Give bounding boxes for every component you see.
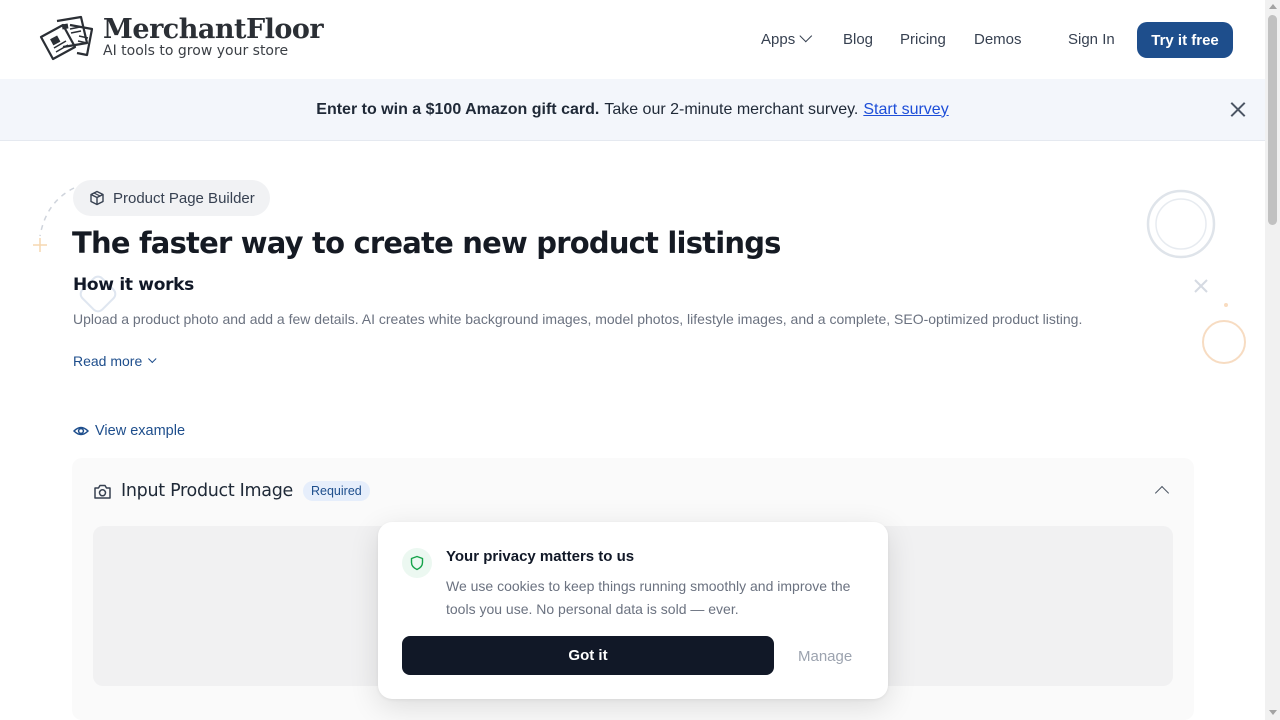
site-header: MerchantFloor AI tools to grow your stor… — [0, 0, 1265, 79]
scroll-up-icon[interactable] — [1269, 4, 1277, 9]
camera-icon — [94, 484, 111, 499]
decorative-x — [1194, 279, 1208, 293]
banner-headline: Enter to win a $100 Amazon gift card. — [316, 100, 600, 118]
cookie-title: Your privacy matters to us — [446, 548, 635, 565]
chevron-down-icon — [799, 29, 813, 43]
logo-text: MerchantFloor AI tools to grow your stor… — [103, 14, 324, 60]
required-badge: Required — [303, 481, 370, 501]
nav-apps[interactable]: Apps — [761, 0, 813, 79]
brand-tagline: AI tools to grow your store — [103, 43, 289, 59]
newspaper-stack-icon — [39, 15, 94, 61]
product-page-builder-pill: Product Page Builder — [73, 180, 270, 216]
nav-blog[interactable]: Blog — [843, 0, 873, 79]
try-free-button[interactable]: Try it free — [1137, 22, 1233, 58]
chevron-down-icon — [148, 354, 157, 364]
how-it-works-description: Upload a product photo and add a few det… — [73, 311, 1083, 327]
scrollbar-thumb[interactable] — [1268, 15, 1277, 225]
scroll-down-icon[interactable] — [1269, 710, 1277, 715]
close-icon[interactable] — [1230, 101, 1247, 118]
manage-button[interactable]: Manage — [798, 648, 852, 665]
banner-text: Take our 2-minute merchant survey. — [604, 100, 859, 118]
box-icon — [90, 190, 104, 206]
chevron-up-icon[interactable] — [1154, 485, 1170, 501]
got-it-button[interactable]: Got it — [402, 636, 774, 675]
cookie-consent-dialog: Your privacy matters to us We use cookie… — [378, 522, 888, 699]
nav-apps-label: Apps — [761, 31, 796, 48]
cookie-text: We use cookies to keep things running sm… — [446, 578, 851, 617]
page-title: The faster way to create new product lis… — [72, 226, 781, 260]
how-it-works-heading: How it works — [73, 275, 194, 295]
view-example-button[interactable]: View example — [73, 423, 185, 439]
start-survey-link[interactable]: Start survey — [863, 101, 948, 119]
page-scrollbar[interactable] — [1265, 0, 1280, 720]
decorative-rings — [1146, 189, 1216, 259]
view-example-label: View example — [95, 423, 186, 439]
shield-icon — [402, 548, 432, 578]
pill-label: Product Page Builder — [113, 189, 255, 207]
read-more-label: Read more — [73, 353, 143, 369]
decorative-orange-ring — [1202, 303, 1246, 364]
nav-pricing[interactable]: Pricing — [900, 0, 946, 79]
logo[interactable]: MerchantFloor AI tools to grow your stor… — [37, 14, 324, 65]
card-title: Input Product Image — [121, 481, 293, 501]
sign-in-link[interactable]: Sign In — [1068, 0, 1115, 79]
card-header[interactable]: Input Product Image Required — [93, 481, 370, 501]
nav-demos[interactable]: Demos — [974, 0, 1022, 79]
brand-name: MerchantFloor — [103, 14, 324, 45]
read-more-button[interactable]: Read more — [73, 353, 157, 369]
survey-banner: Enter to win a $100 Amazon gift card. Ta… — [0, 79, 1265, 141]
eye-icon — [73, 426, 89, 436]
